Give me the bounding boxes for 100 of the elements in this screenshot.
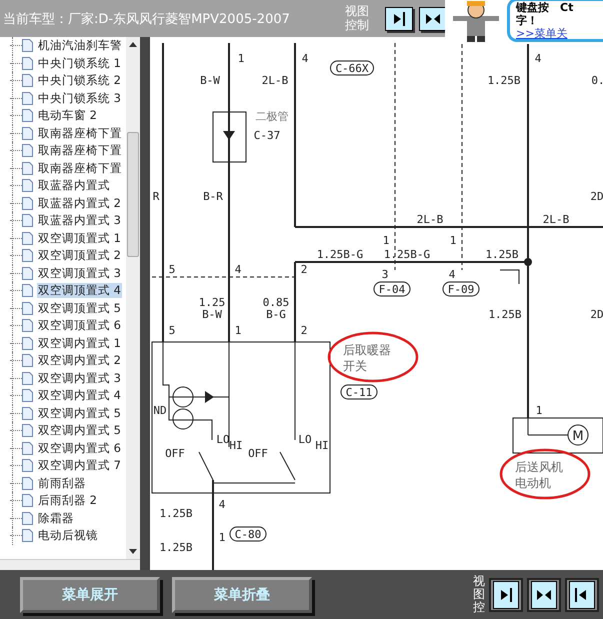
tree-item[interactable]: 双空调内置式 5: [37, 423, 122, 438]
wire-label: 1.25B: [488, 308, 522, 321]
tree-item[interactable]: 电动车窗 2: [37, 108, 98, 124]
arrow-right-icon: [498, 586, 514, 602]
tree-item[interactable]: 双空调内置式 6: [37, 440, 122, 456]
document-icon: [22, 109, 33, 122]
tree-item[interactable]: 双空调顶置式 4: [37, 283, 122, 298]
tree-item[interactable]: 双空调内置式 7: [37, 458, 122, 474]
wire-label: 1.25B-G: [316, 248, 364, 261]
wire-label: B-G: [266, 308, 286, 321]
tree-item[interactable]: 取蓝器内置式: [37, 178, 111, 194]
wire-label: OFF: [248, 447, 268, 460]
tree-item[interactable]: 双空调内置式 3: [37, 370, 122, 386]
wire-label: B-W: [200, 74, 220, 87]
wire-label: 2L-B: [416, 213, 444, 226]
pin-number: 5: [168, 263, 176, 276]
document-icon: [22, 179, 33, 192]
scrollbar-thumb[interactable]: [127, 132, 139, 257]
tree-item[interactable]: 取南器座椅下置: [37, 126, 123, 141]
pin-number: 1: [234, 324, 242, 337]
view-button[interactable]: [419, 6, 447, 30]
tree-item[interactable]: 后雨刮器 2: [37, 493, 98, 508]
tree-item[interactable]: 取南器座椅下置: [37, 143, 123, 158]
note-label: 开关: [343, 359, 367, 373]
note-label: 电动机: [515, 476, 551, 490]
wire-label: 2L-B: [262, 74, 288, 87]
view-control-label: 视图控制: [345, 5, 369, 32]
tree-item[interactable]: 双空调内置式 4: [37, 388, 122, 404]
popup-text: 字！: [516, 14, 539, 27]
tree-item[interactable]: 取南器座椅下置: [37, 160, 123, 176]
tree-item[interactable]: 中央门锁系统 3: [37, 90, 122, 106]
note-label: 后取暖器: [343, 343, 391, 357]
component-label: 二极管: [256, 110, 288, 123]
document-icon: [22, 74, 33, 88]
close-menu-link[interactable]: >>菜单关: [516, 27, 603, 40]
tree-item[interactable]: 双空调顶置式 6: [37, 318, 122, 334]
view-control-label: 视图控: [473, 574, 485, 614]
wire-label: 1.25B: [485, 248, 519, 261]
pin-number: 1: [218, 531, 226, 544]
document-icon: [22, 442, 33, 455]
tree-item[interactable]: 前雨刮器: [37, 476, 87, 491]
document-icon: [22, 354, 33, 368]
wire-label: B-W: [202, 308, 222, 321]
view-button[interactable]: [385, 6, 413, 30]
document-icon: [22, 406, 33, 420]
diode-icon: [223, 131, 235, 140]
pin-number: 2: [300, 324, 308, 337]
connector-tag: F-04: [374, 282, 410, 296]
tree-item[interactable]: 双空调顶置式 2: [37, 248, 122, 264]
pin-number: 4: [218, 498, 226, 511]
tree-item[interactable]: 机油汽油刹车警: [37, 38, 123, 54]
pin-number: 1: [450, 234, 456, 247]
wire-label: ND: [153, 404, 167, 417]
tree-item[interactable]: 电动后视镜: [37, 528, 99, 544]
document-icon: [22, 126, 33, 140]
document-icon: [22, 476, 33, 490]
document-icon: [22, 56, 33, 70]
view-button[interactable]: [489, 578, 523, 612]
tree-item[interactable]: 中央门锁系统 1: [37, 56, 122, 71]
document-icon: [22, 39, 33, 52]
connector-tag: C-66X: [330, 60, 374, 76]
document-icon: [22, 284, 33, 298]
tree-item[interactable]: 双空调顶置式 5: [37, 300, 122, 316]
popup-text: 键盘按 Ct: [516, 1, 574, 14]
document-icon: [22, 302, 33, 315]
wire-label: HI: [229, 439, 243, 452]
tree-item[interactable]: 双空调内置式 5: [37, 406, 122, 421]
tree-item[interactable]: 取蓝器内置式 2: [37, 196, 122, 211]
scroll-up-icon: [129, 42, 137, 47]
wire-label: 0.85: [262, 296, 290, 309]
document-icon: [22, 389, 33, 402]
wire-label: HI: [315, 439, 329, 452]
tree-item[interactable]: 双空调顶置式 3: [37, 266, 122, 281]
wire-label: 1.25B: [487, 74, 521, 87]
pin-number: 4: [448, 268, 456, 281]
tree-item[interactable]: 中央门锁系统 2: [37, 73, 122, 88]
pin-number: 3: [382, 268, 388, 281]
pin-number: 4: [234, 263, 242, 276]
tree-item[interactable]: 取蓝器内置式 3: [37, 213, 122, 228]
motor-symbol: M: [572, 429, 584, 444]
vehicle-title: 当前车型：厂家:D-东风风行菱智MPV2005-2007: [2, 10, 290, 28]
connector-tag: C-11: [340, 384, 378, 400]
view-button[interactable]: [565, 578, 599, 612]
document-icon: [22, 424, 33, 438]
wire-label: C-37: [254, 129, 280, 142]
pin-number: 1: [536, 404, 542, 417]
tree-item[interactable]: 双空调内置式 1: [37, 336, 122, 351]
document-icon: [22, 162, 33, 175]
tree-item[interactable]: 除霜器: [37, 510, 75, 526]
document-icon: [22, 336, 33, 350]
connector-tag: C-80: [230, 526, 266, 542]
document-icon: [22, 319, 33, 332]
tree-item[interactable]: 双空调内置式 2: [37, 353, 122, 368]
scroll-down-icon: [129, 549, 137, 554]
view-button[interactable]: [527, 578, 561, 612]
wire-label: R: [152, 190, 160, 203]
tree-item[interactable]: 双空调顶置式 1: [37, 230, 122, 246]
document-icon: [22, 196, 33, 210]
document-icon: [22, 459, 33, 472]
wire-label: 0.: [591, 74, 603, 87]
